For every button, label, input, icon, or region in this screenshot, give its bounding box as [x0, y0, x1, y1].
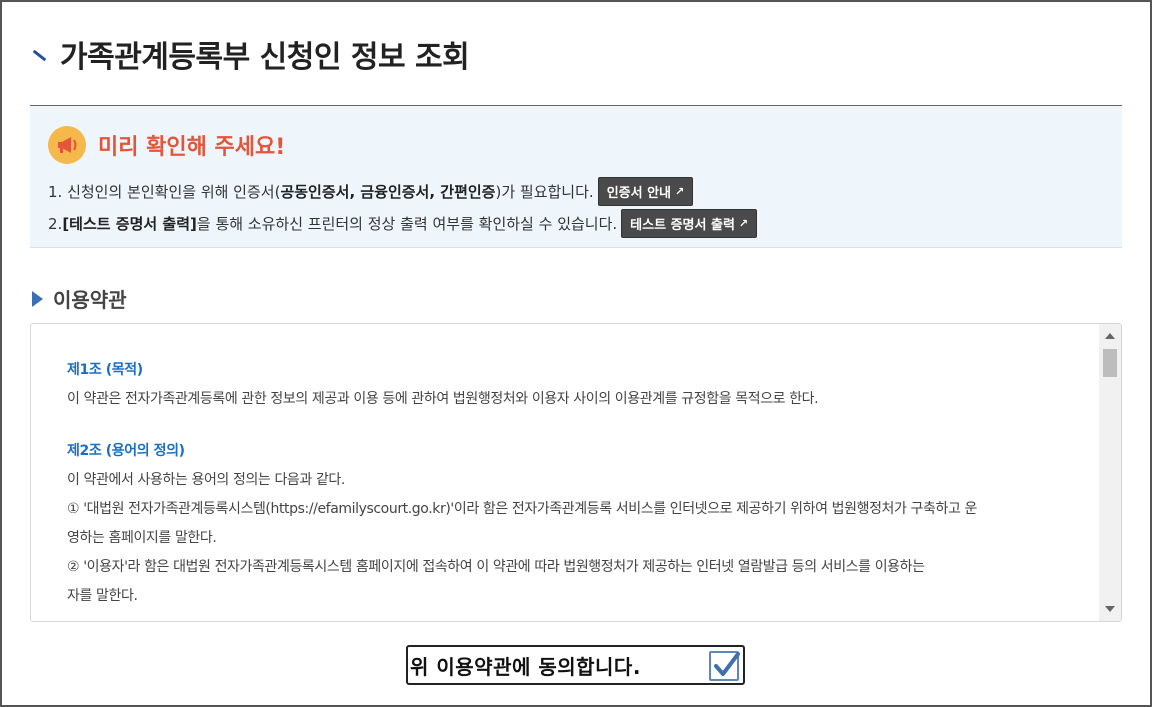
notice-line-2-prefix: 2.: [48, 214, 63, 233]
notice-line-2: 2. [테스트 증명서 출력] 을 통해 소유하신 프린터의 정상 출력 여부를…: [48, 209, 758, 238]
notice-line-2-bold: [테스트 증명서 출력]: [62, 215, 197, 233]
external-link-icon: ↗: [738, 217, 749, 230]
article-1-text: 이 약관은 전자가족관계등록에 관한 정보의 제공과 이용 등에 관하여 법원행…: [67, 391, 819, 407]
certificate-guide-label: 인증서 안내: [606, 186, 672, 201]
article-2-intro: 이 약관에서 사용하는 용어의 정의는 다음과 같다.: [67, 472, 345, 488]
scroll-thumb[interactable]: [1103, 349, 1117, 377]
notice-line-2-suffix: 을 통해 소유하신 프린터의 정상 출력 여부를 확인하실 수 있습니다.: [196, 215, 618, 233]
external-link-icon: ↗: [675, 185, 685, 198]
notice-line-1: 1. 신청인의 본인확인을 위해 인증서( 공동인증서, 금융인증서, 간편인증…: [48, 177, 694, 206]
page-frame: 가족관계등록부 신청인 정보 조회 미리 확인해 주세요! 1. 신청인의 본인…: [0, 0, 1152, 707]
article-2-item-2-line-1: ② '이용자'라 함은 대법원 전자가족관계등록시스템 홈페이지에 접속하여 이…: [67, 559, 925, 575]
notice-headline: 미리 확인해 주세요!: [98, 135, 286, 160]
test-print-button[interactable]: 테스트 증명서 출력 ↗: [621, 209, 758, 238]
notice-line-1-bold: 공동인증서, 금융인증서, 간편인증: [280, 183, 496, 201]
page-title: 가족관계등록부 신청인 정보 조회: [30, 32, 470, 76]
terms-content: 제1조 (목적) 이 약관은 전자가족관계등록에 관한 정보의 제공과 이용 등…: [67, 356, 1087, 611]
article-2-heading: 제2조 (용어의 정의): [67, 443, 185, 459]
notice-line-1-prefix: 1. 신청인의 본인확인을 위해 인증서(: [48, 183, 281, 201]
article-2-item-1-line-1: ① '대법원 전자가족관계등록시스템(https://efamilyscourt…: [67, 501, 978, 517]
certificate-guide-button[interactable]: 인증서 안내 ↗: [597, 177, 694, 206]
megaphone-icon: [48, 126, 86, 164]
notice-header: 미리 확인해 주세요!: [48, 126, 285, 164]
terms-scrollbar[interactable]: [1099, 324, 1121, 621]
scroll-up-arrow-icon[interactable]: [1105, 333, 1115, 339]
scroll-down-arrow-icon[interactable]: [1105, 606, 1115, 612]
terms-section-header: 이용약관: [32, 284, 127, 313]
article-1-heading: 제1조 (목적): [67, 362, 143, 378]
terms-section-title: 이용약관: [53, 288, 127, 312]
article-2-item-1-line-2: 영하는 홈페이지를 말한다.: [67, 530, 217, 546]
checkmark-icon: [714, 652, 740, 676]
triangle-bullet-icon: [32, 290, 43, 307]
article-2-item-2-line-2: 자를 말한다.: [67, 588, 138, 604]
terms-scroll-box[interactable]: 제1조 (목적) 이 약관은 전자가족관계등록에 관한 정보의 제공과 이용 등…: [30, 323, 1122, 622]
agree-checkbox[interactable]: [709, 651, 740, 681]
test-print-label: 테스트 증명서 출력: [630, 218, 735, 233]
notice-line-1-suffix: )가 필요합니다.: [495, 183, 594, 201]
agree-label: 위 이용약관에 동의합니다.: [410, 654, 641, 679]
agree-terms-checkbox-label[interactable]: 위 이용약관에 동의합니다.: [406, 645, 745, 685]
page-title-text: 가족관계등록부 신청인 정보 조회: [60, 40, 470, 75]
notice-box: 미리 확인해 주세요! 1. 신청인의 본인확인을 위해 인증서( 공동인증서,…: [30, 105, 1122, 248]
title-slash-icon: [30, 48, 46, 64]
